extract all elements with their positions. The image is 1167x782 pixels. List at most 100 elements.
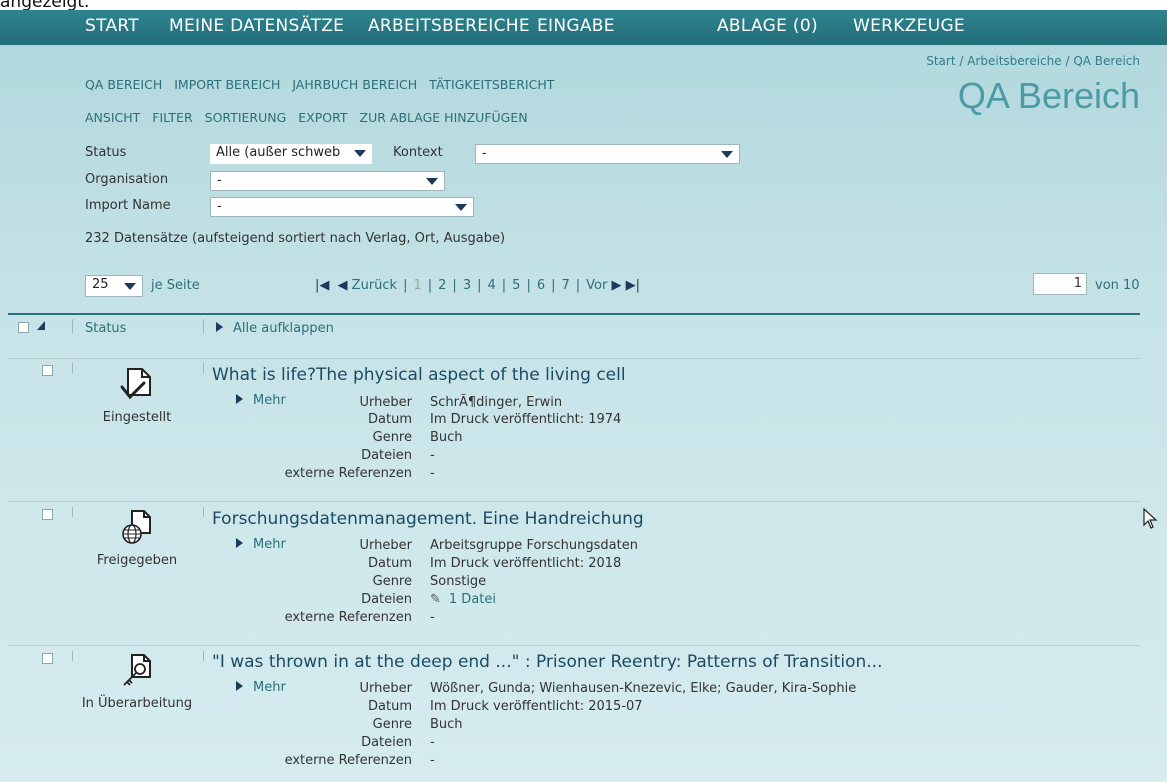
subnav-sortierung[interactable]: SORTIERUNG [205, 110, 287, 125]
organisation-filter-label: Organisation [85, 172, 169, 187]
mouse-cursor-icon [1143, 508, 1158, 529]
subnav-export[interactable]: EXPORT [298, 110, 347, 125]
datum-value: Im Druck veröffentlicht: 2018 [430, 556, 622, 571]
urheber-value: SchrÃ¶dinger, Erwin [430, 395, 563, 410]
kontext-filter-value: - [482, 146, 487, 161]
record-title[interactable]: Forschungsdatenmanagement. Eine Handreic… [212, 509, 644, 529]
refs-value: - [430, 753, 435, 768]
page-5[interactable]: 5 [512, 278, 520, 293]
subnav-import-bereich[interactable]: IMPORT BEREICH [174, 77, 280, 92]
doc-check-icon [120, 368, 151, 400]
datum-label: Datum [368, 556, 412, 571]
per-page-label: je Seite [151, 278, 200, 293]
row-divider [8, 358, 1140, 359]
page-3[interactable]: 3 [463, 278, 471, 293]
urheber-label: Urheber [359, 681, 412, 696]
kontext-filter-select[interactable]: - [475, 144, 740, 164]
column-separator [203, 507, 204, 517]
page-7[interactable]: 7 [562, 278, 570, 293]
import-name-filter-select[interactable]: - [210, 197, 474, 217]
refs-label: externe Referenzen [284, 610, 412, 625]
row-divider [8, 645, 1140, 646]
expand-all-button[interactable]: Alle aufklappen [216, 321, 334, 336]
refs-label: externe Referenzen [284, 466, 412, 481]
datum-value: Im Druck veröffentlicht: 2015-07 [430, 699, 643, 714]
column-separator [72, 507, 73, 517]
organisation-filter-value: - [217, 173, 222, 188]
page-title: QA Bereich [957, 75, 1140, 116]
first-page-icon[interactable]: |◀ [315, 278, 329, 293]
pagination: |◀ ◀ Zurück | 1 | 2 | 3 | 4 | 5 | 6 | 7 | Vor ▶ ▶| [315, 278, 641, 293]
breadcrumb-sep: / [1061, 54, 1074, 68]
subnav-ansicht[interactable]: ANSICHT [85, 110, 140, 125]
record-title[interactable]: What is life?The physical aspect of the … [212, 365, 626, 385]
record-checkbox[interactable] [42, 365, 53, 376]
per-page-select[interactable]: 25 [85, 275, 143, 297]
dateien-link: 1 Datei [448, 592, 496, 607]
view-subnav: ANSICHT FILTER SORTIERUNG EXPORT ZUR ABLAGE … [85, 110, 540, 125]
next-page-link[interactable]: Vor [586, 278, 607, 293]
row-divider [8, 501, 1140, 502]
dateien-label: Dateien [361, 448, 412, 463]
genre-label: Genre [372, 717, 412, 732]
urheber-value: Arbeitsgruppe Forschungsdaten [430, 538, 638, 553]
sort-triangle-icon[interactable] [37, 321, 45, 330]
nav-meine-datensaetze[interactable]: MEINE DATENSÄTZE [169, 16, 344, 36]
chevron-down-icon [354, 150, 366, 157]
select-all-checkbox[interactable] [18, 322, 29, 333]
chevron-down-icon [721, 151, 733, 158]
result-count: 232 Datensätze (aufsteigend sortiert nac… [85, 231, 506, 246]
doc-key-icon [123, 654, 151, 686]
prev-arrow-icon[interactable]: ◀ [338, 278, 348, 293]
urheber-value: Wößner, Gunda; Wienhausen-Knezevic, Elke… [430, 681, 857, 696]
nav-start[interactable]: START [85, 16, 139, 36]
main-content: Start / Arbeitsbereiche / QA Bereich QA … [0, 45, 1167, 782]
breadcrumb-arbeitsbereiche[interactable]: Arbeitsbereiche [967, 54, 1061, 68]
column-separator [72, 651, 73, 661]
status-filter-select[interactable]: Alle (außer schweb [210, 144, 372, 164]
breadcrumb-start[interactable]: Start [926, 54, 955, 68]
page-2[interactable]: 2 [438, 278, 446, 293]
subnav-jahrbuch-bereich[interactable]: JAHRBUCH BEREICH [292, 77, 417, 92]
next-arrow-icon[interactable]: ▶ [612, 278, 622, 293]
chevron-down-icon [455, 204, 467, 211]
subnav-zur-ablage[interactable]: ZUR ABLAGE HINZUFÜGEN [360, 110, 528, 125]
column-separator [203, 319, 204, 333]
genre-value: Buch [430, 430, 463, 445]
nav-ablage[interactable]: ABLAGE (0) [717, 16, 818, 36]
import-name-filter-value: - [217, 199, 222, 214]
datum-label: Datum [368, 699, 412, 714]
status-label: In Überarbeitung [81, 696, 193, 711]
per-page-value: 25 [92, 277, 109, 292]
expand-triangle-icon [236, 681, 243, 691]
refs-value: - [430, 466, 435, 481]
page-4[interactable]: 4 [487, 278, 495, 293]
nav-arbeitsbereiche[interactable]: ARBEITSBEREICHE [368, 16, 530, 36]
subnav-taetigkeitsbericht[interactable]: TÄTIGKEITSBERICHT [429, 77, 554, 92]
page-number-input[interactable]: 1 [1033, 273, 1087, 295]
nav-werkzeuge[interactable]: WERKZEUGE [853, 16, 965, 36]
status-label: Eingestellt [102, 410, 172, 425]
dateien-value: - [430, 735, 435, 750]
prev-page-link[interactable]: Zurück [352, 278, 397, 293]
status-filter-value: Alle (außer schweb [216, 145, 341, 160]
dateien-value[interactable]: ✎ 1 Datei [430, 592, 496, 607]
column-separator [72, 319, 73, 333]
record-title[interactable]: "I was thrown in at the deep end ..." : … [212, 652, 882, 672]
expand-triangle-icon [236, 394, 243, 404]
subnav-qa-bereich[interactable]: QA BEREICH [85, 77, 162, 92]
urheber-label: Urheber [359, 538, 412, 553]
nav-eingabe[interactable]: EINGABE [537, 16, 615, 36]
record-checkbox[interactable] [42, 653, 53, 664]
record-checkbox[interactable] [42, 509, 53, 520]
status-column-header[interactable]: Status [85, 321, 126, 336]
main-navbar: START MEINE DATENSÄTZE ARBEITSBEREICHE E… [0, 10, 1167, 45]
column-separator [203, 651, 204, 661]
last-page-icon[interactable]: ▶| [626, 278, 640, 293]
expand-triangle-icon [236, 538, 243, 548]
organisation-filter-select[interactable]: - [210, 171, 445, 191]
page-6[interactable]: 6 [537, 278, 545, 293]
subnav-filter[interactable]: FILTER [152, 110, 192, 125]
urheber-label: Urheber [359, 395, 412, 410]
expand-triangle-icon [216, 322, 223, 332]
